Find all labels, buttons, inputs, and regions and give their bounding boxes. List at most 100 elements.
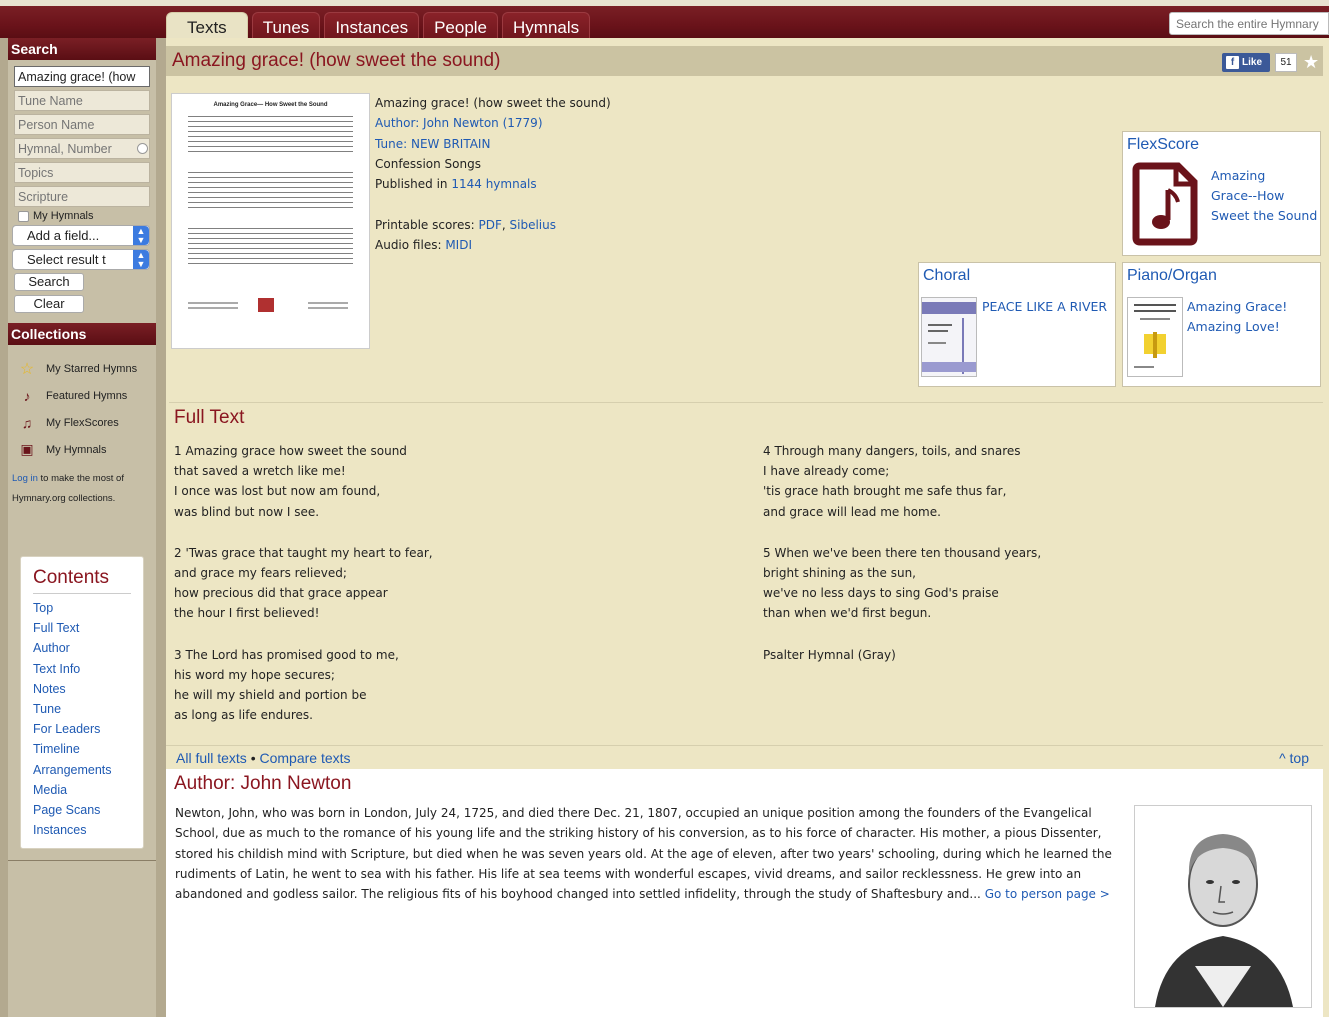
choral-link[interactable]: PEACE LIKE A RIVER	[982, 297, 1107, 317]
toc-top[interactable]: Top	[33, 598, 131, 618]
verse-line: 4 Through many dangers, toils, and snare…	[763, 444, 1021, 458]
info-title: Amazing grace! (how sweet the sound)	[375, 96, 611, 110]
facebook-icon: f	[1226, 56, 1239, 69]
toc-tune[interactable]: Tune	[33, 699, 131, 719]
flexscore-link-line[interactable]: Sweet the Sound	[1211, 208, 1317, 223]
piano-organ-link[interactable]: Amazing Grace! Amazing Love!	[1187, 297, 1287, 337]
star-icon[interactable]: ★	[1303, 52, 1319, 73]
compare-texts-link[interactable]: Compare texts	[260, 750, 351, 766]
toc-instances[interactable]: Instances	[33, 820, 131, 840]
full-text-left-column: 1 Amazing grace how sweet the sound that…	[174, 441, 433, 746]
verse-line: and grace my fears relieved;	[174, 566, 347, 581]
choral-heading: Choral	[923, 267, 971, 284]
collection-featured-hymns[interactable]: ♪ Featured Hymns	[18, 382, 156, 409]
login-link[interactable]: Log in	[12, 473, 38, 484]
score-icon: ♪	[23, 387, 31, 404]
flexscore-link-line[interactable]: Grace--How	[1211, 188, 1284, 203]
my-hymnals-filter[interactable]: My Hymnals	[18, 210, 156, 222]
my-hymnals-checkbox[interactable]	[18, 210, 29, 222]
collections-heading: Collections	[8, 323, 156, 345]
staff-lines	[188, 224, 353, 268]
verse-line: his word my hope secures;	[174, 667, 335, 682]
pdf-link[interactable]: PDF	[478, 218, 501, 232]
collection-label: My Starred Hymns	[46, 362, 138, 375]
collection-label: My Hymnals	[46, 443, 107, 456]
sibelius-link[interactable]: Sibelius	[510, 218, 556, 232]
verse-line: than when we'd first begun.	[763, 606, 932, 621]
collection-my-flexscores[interactable]: ♫ My FlexScores	[18, 409, 156, 436]
flexscore-icon[interactable]	[1132, 162, 1202, 246]
audio-label: Audio files:	[375, 238, 446, 253]
toc-media[interactable]: Media	[33, 780, 131, 800]
toc-timeline[interactable]: Timeline	[33, 739, 131, 759]
toc-arrangements[interactable]: Arrangements	[33, 760, 131, 780]
published-hymnals-link[interactable]: 1144 hymnals	[451, 177, 536, 191]
choral-box: Choral PEACE LIKE A RIVER	[918, 262, 1116, 387]
source-line: Psalter Hymnal (Gray)	[763, 647, 896, 662]
staff-lines	[188, 168, 353, 212]
tune-name-input[interactable]	[14, 90, 150, 111]
piano-organ-heading: Piano/Organ	[1127, 267, 1217, 284]
tune-label[interactable]: Tune:	[375, 137, 411, 151]
select-result-select[interactable]: Select result t ▲ ▼	[12, 249, 150, 270]
site-search-input[interactable]	[1169, 12, 1329, 35]
select-result-value: Select result t	[27, 252, 106, 267]
text-info: Amazing grace! (how sweet the sound) Aut…	[375, 96, 611, 253]
author-bio-text: Newton, John, who was born in London, Ju…	[175, 806, 1112, 902]
add-field-select-value: Add a field...	[27, 228, 100, 243]
go-to-person-page-link[interactable]: Go to person page >	[985, 887, 1110, 901]
piano-cover-thumbnail[interactable]	[1127, 297, 1183, 377]
stanza: 2 'Twas grace that taught my heart to fe…	[174, 543, 433, 624]
query-input[interactable]	[14, 66, 150, 87]
collection-my-hymnals[interactable]: ▣ My Hymnals	[18, 436, 156, 463]
toc-text-info[interactable]: Text Info	[33, 659, 131, 679]
verse-line: as long as life endures.	[174, 708, 313, 723]
facebook-like-button[interactable]: f Like	[1222, 53, 1270, 72]
verse-line: that saved a wretch like me!	[174, 464, 346, 479]
toc-page-scans[interactable]: Page Scans	[33, 800, 131, 820]
toc-full-text[interactable]: Full Text	[33, 618, 131, 638]
midi-link[interactable]: MIDI	[445, 238, 472, 252]
toc-notes[interactable]: Notes	[33, 679, 131, 699]
piano-cover-art	[1134, 304, 1176, 368]
piano-organ-link-line[interactable]: Amazing Grace!	[1187, 299, 1287, 314]
choral-cover-thumbnail[interactable]	[921, 297, 977, 377]
top-nav-bar: Texts Tunes Instances People Hymnals	[0, 0, 1329, 44]
star-icon: ☆	[19, 360, 35, 378]
verse-line: 1 Amazing grace how sweet the sound	[174, 444, 407, 458]
main-content: Amazing grace! (how sweet the sound) f Li…	[166, 38, 1329, 1017]
clear-button[interactable]: Clear	[14, 295, 84, 313]
flexscore-link-line[interactable]: Amazing	[1211, 168, 1265, 183]
author-link[interactable]: Author: John Newton (1779)	[375, 116, 543, 130]
hymnal-number-input[interactable]	[14, 138, 150, 159]
tune-link[interactable]: NEW BRITAIN	[411, 137, 490, 151]
toc-author[interactable]: Author	[33, 638, 131, 658]
score-thumbnail[interactable]: Amazing Grace— How Sweet the Sound	[171, 93, 370, 349]
section-divider	[169, 402, 1323, 403]
scripture-input[interactable]	[14, 186, 150, 207]
stanza: 3 The Lord has promised good to me, his …	[174, 645, 433, 726]
all-full-texts-link[interactable]: All full texts	[176, 750, 247, 766]
published-label: Published in	[375, 177, 452, 192]
verse-line: 2 'Twas grace that taught my heart to fe…	[174, 545, 433, 560]
piano-organ-link-line[interactable]: Amazing Love!	[1187, 319, 1280, 334]
fb-like-label: Like	[1242, 57, 1263, 68]
toc-for-leaders[interactable]: For Leaders	[33, 719, 131, 739]
author-section: Author: John Newton Newton, John, who wa…	[166, 769, 1323, 1017]
source-note: Psalter Hymnal (Gray)	[763, 645, 1041, 665]
topics-input[interactable]	[14, 162, 150, 183]
person-name-input[interactable]	[14, 114, 150, 135]
verse-line: and grace will lead me home.	[763, 504, 941, 519]
verse-line: bright shining as the sun,	[763, 566, 916, 581]
search-button[interactable]: Search	[14, 273, 84, 291]
title-bar: Amazing grace! (how sweet the sound) f Li…	[166, 46, 1323, 76]
verse-line: 5 When we've been there ten thousand yea…	[763, 545, 1042, 560]
verse-line: 3 The Lord has promised good to me,	[174, 647, 399, 662]
hymnal-icon: ▣	[20, 441, 34, 457]
radio-icon[interactable]	[137, 143, 148, 154]
collection-starred-hymns[interactable]: ☆ My Starred Hymns	[18, 355, 156, 382]
select-arrows-icon: ▲ ▼	[133, 250, 149, 269]
add-field-select[interactable]: Add a field... ▲ ▼	[12, 225, 150, 246]
flexscore-link[interactable]: Amazing Grace--How Sweet the Sound	[1211, 166, 1317, 226]
back-to-top-link[interactable]: ^ top	[1279, 750, 1309, 766]
